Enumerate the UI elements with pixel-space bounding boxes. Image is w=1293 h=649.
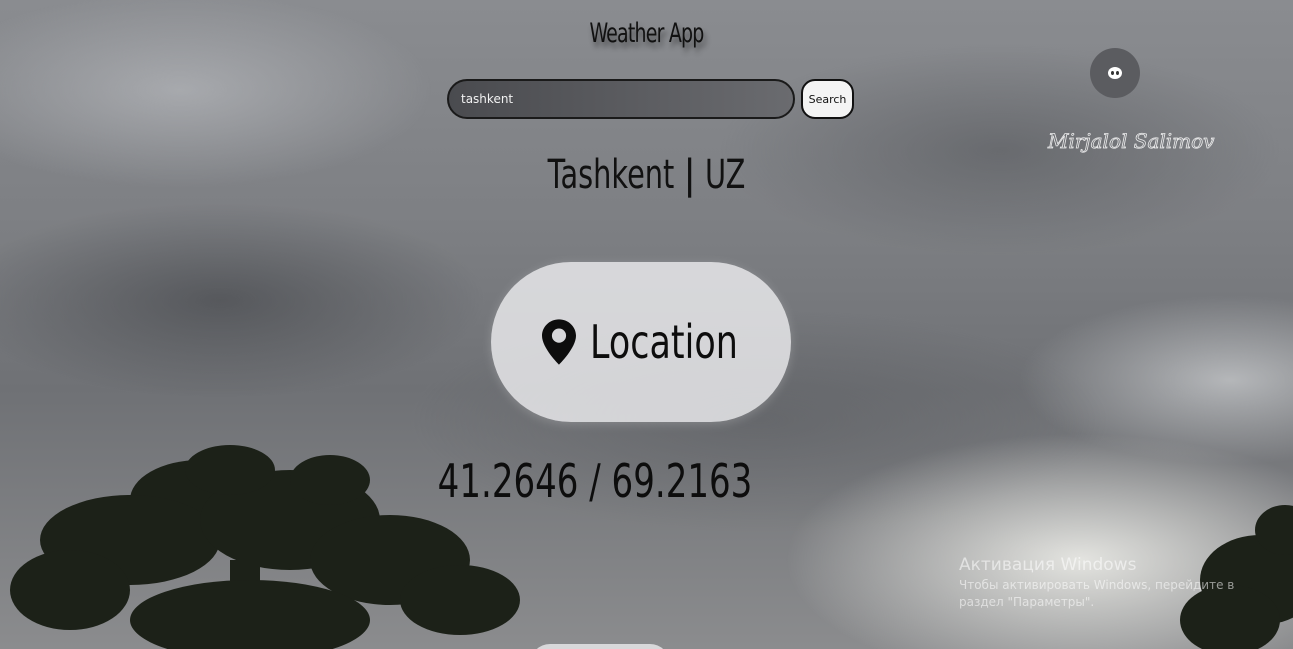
signature-logo: Mirjalol Salimov	[1047, 129, 1216, 154]
map-pin-icon	[542, 319, 576, 365]
city-separator: |	[684, 152, 695, 198]
watermark-title: Активация Windows	[959, 555, 1137, 575]
country-code: UZ	[705, 152, 746, 198]
coordinates-readout: 41.2646 / 69.2163	[437, 454, 753, 508]
watermark-line-1: Чтобы активировать Windows, перейдите в	[959, 578, 1235, 592]
location-label: Location	[590, 315, 738, 369]
location-button[interactable]: Location	[491, 262, 791, 422]
next-card-edge	[530, 644, 670, 649]
city-search-input[interactable]	[447, 79, 795, 119]
avatar[interactable]	[1090, 48, 1140, 98]
city-name: Tashkent	[547, 152, 675, 198]
search-button[interactable]: Search	[801, 79, 854, 119]
city-country-heading: Tashkent | UZ	[181, 152, 1112, 198]
windows-activation-watermark: Активация Windows Чтобы активировать Win…	[959, 555, 1289, 609]
watermark-line-2: раздел "Параметры".	[959, 595, 1095, 609]
avatar-icon	[1108, 67, 1122, 79]
svg-text:Mirjalol Salimov: Mirjalol Salimov	[1047, 129, 1215, 153]
app-title: Weather App	[589, 18, 704, 49]
